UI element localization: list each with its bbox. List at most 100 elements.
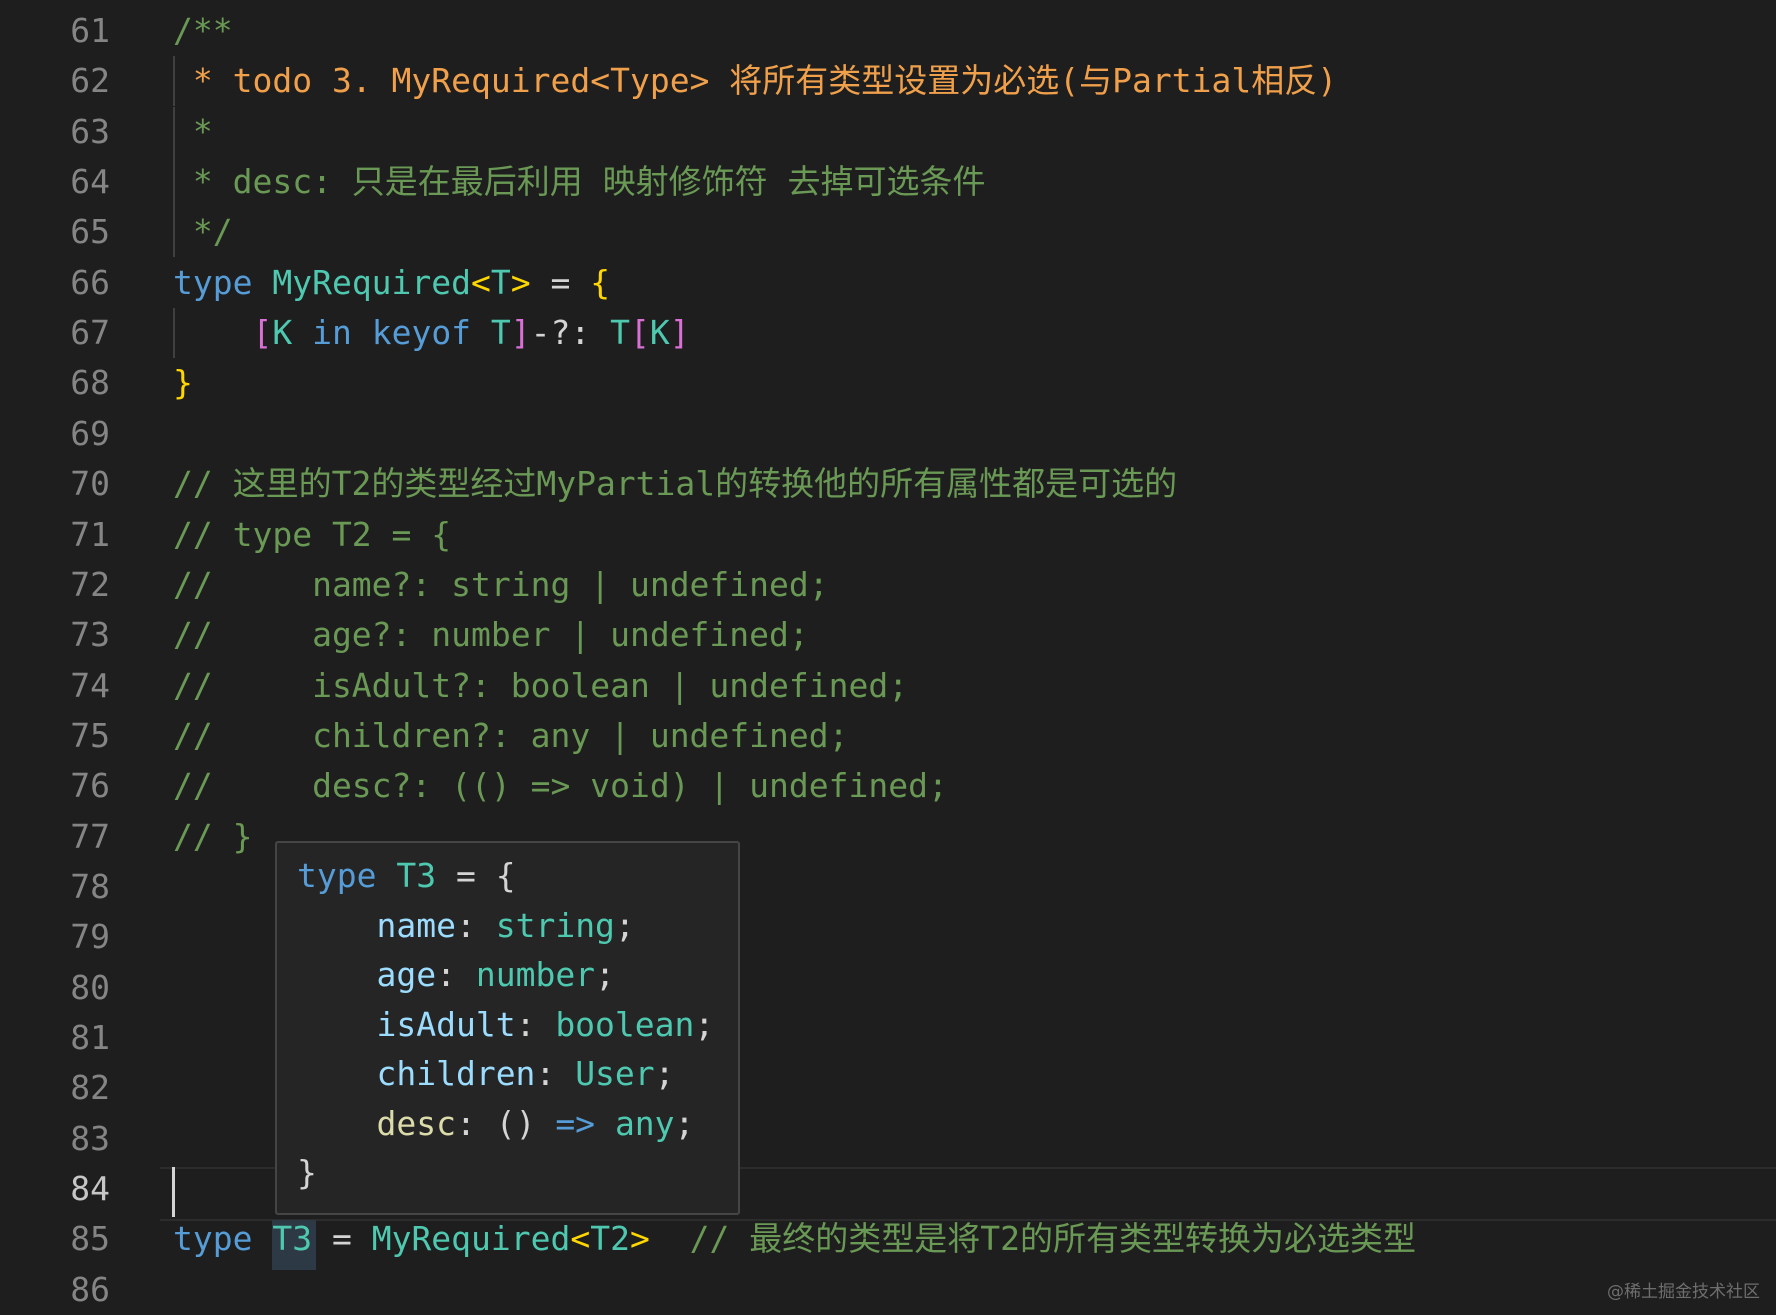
code-token: T — [610, 313, 631, 353]
code-token: // 最终的类型是将T2的所有类型转换为必选类型 — [649, 1219, 1416, 1259]
text-cursor — [172, 1167, 175, 1217]
hover-token: isAdult — [376, 1004, 516, 1044]
code-token: < — [570, 1219, 591, 1259]
code-token: K — [649, 313, 670, 353]
code-line[interactable]: 86 — [0, 1265, 1776, 1315]
hover-token: : () — [455, 1103, 556, 1143]
code-token: // desc?: (() => void) | undefined; — [173, 766, 948, 806]
code-line[interactable]: 64 * desc: 只是在最后利用 映射修饰符 去掉可选条件 — [0, 157, 1776, 208]
code-token: type — [173, 262, 273, 302]
code-token: } — [173, 363, 193, 403]
line-number: 83 — [70, 1118, 110, 1158]
code-token: // isAdult?: boolean | undefined; — [173, 665, 909, 705]
hover-token: : — [535, 1054, 576, 1093]
code-token: // name?: string | undefined; — [173, 564, 829, 604]
code-line[interactable]: 84 — [0, 1164, 1776, 1214]
hover-token: age — [376, 955, 437, 994]
code-token: MyRequired — [272, 262, 472, 302]
line-code: type T3 = MyRequired<T2> // 最终的类型是将T2的所有… — [173, 1214, 1416, 1264]
code-line[interactable]: 71 // type T2 = { — [0, 510, 1776, 560]
code-line[interactable]: 70 // 这里的T2的类型经过MyPartial的转换他的所有属性都是可选的 — [0, 459, 1776, 509]
line-code: // 这里的T2的类型经过MyPartial的转换他的所有属性都是可选的 — [173, 459, 1177, 509]
line-number: 81 — [70, 1018, 110, 1057]
line-code: [K in keyof T]-?: T[K] — [173, 308, 690, 358]
hover-token: number — [475, 955, 596, 994]
line-number: 71 — [70, 514, 110, 554]
hover-token: ; — [614, 905, 635, 945]
code-line[interactable]: 80 — [0, 963, 1776, 1013]
watermark: @稀土掘金技术社区 — [1607, 1282, 1760, 1302]
hover-token: ; — [654, 1054, 675, 1093]
hover-token — [297, 1054, 376, 1093]
code-line[interactable]: 68} — [0, 358, 1776, 408]
hover-line: desc: () => any; — [297, 1099, 694, 1149]
hover-token: : — [455, 905, 496, 945]
code-token: T2 — [590, 1219, 631, 1259]
hover-token: ; — [694, 1004, 715, 1044]
code-editor[interactable]: 61 /** 62 * todo 3. MyRequired<Type> 将所有类型… — [0, 0, 1776, 1312]
code-token: * todo 3. MyRequired<Type> 将所有类型设置为必选(与P… — [173, 61, 1338, 101]
line-number: 75 — [70, 715, 110, 755]
code-token: // } — [173, 816, 253, 856]
hover-line: isAdult: boolean; — [297, 1000, 714, 1050]
line-code: // children?: any | undefined; — [173, 711, 849, 761]
code-line[interactable]: 61 /** — [0, 6, 1776, 56]
line-number: 76 — [70, 766, 110, 806]
hover-token: any — [614, 1103, 675, 1143]
line-number: 72 — [70, 564, 110, 604]
code-line[interactable]: 63 * — [0, 106, 1776, 157]
hover-token: desc — [376, 1103, 456, 1143]
hover-token: User — [575, 1054, 655, 1093]
code-line[interactable]: 76 // desc?: (() => void) | undefined; — [0, 761, 1776, 811]
line-number: 62 — [70, 61, 110, 101]
code-line[interactable]: 65 */ — [0, 207, 1776, 258]
code-line[interactable]: 75 // children?: any | undefined; — [0, 711, 1776, 761]
line-number: 82 — [70, 1068, 110, 1108]
hover-line: name: string; — [297, 901, 635, 951]
code-token: K — [272, 313, 313, 353]
hover-line: children: User; — [297, 1049, 675, 1099]
code-line[interactable]: 66 type MyRequired<T> = { — [0, 258, 1776, 308]
code-line[interactable]: 81 — [0, 1013, 1776, 1063]
hover-token: ; — [674, 1103, 695, 1143]
line-number: 68 — [70, 363, 110, 403]
code-token: ] — [669, 313, 690, 353]
code-token: in keyof — [312, 313, 491, 353]
hover-token: boolean — [555, 1004, 695, 1044]
line-code: * todo 3. MyRequired<Type> 将所有类型设置为必选(与P… — [173, 56, 1337, 106]
code-line[interactable]: 72 // name?: string | undefined; — [0, 560, 1776, 610]
line-code: // age?: number | undefined; — [173, 610, 809, 660]
line-code: * desc: 只是在最后利用 映射修饰符 去掉可选条件 — [173, 157, 986, 207]
line-number: 84 — [70, 1169, 110, 1209]
hover-token — [595, 1104, 615, 1143]
code-line[interactable]: 73 // age?: number | undefined; — [0, 610, 1776, 660]
code-line[interactable]: 83 — [0, 1114, 1776, 1164]
code-token: // age?: number | undefined; — [173, 615, 809, 655]
line-number: 78 — [70, 866, 110, 906]
code-token: [ — [630, 313, 650, 353]
line-code: // desc?: (() => void) | undefined; — [173, 761, 948, 811]
code-line[interactable]: 82 — [0, 1063, 1776, 1113]
code-line[interactable]: 78 — [0, 862, 1776, 912]
hover-token — [297, 906, 376, 945]
code-line[interactable]: 62 * todo 3. MyRequired<Type> 将所有类型设置为必选… — [0, 56, 1776, 107]
code-token: T3 — [272, 1219, 313, 1259]
line-code: } — [173, 358, 193, 408]
hover-line: type T3 = { — [297, 851, 516, 901]
code-line[interactable]: 85 type T3 = MyRequired<T2> // 最终的类型是将T2的… — [0, 1214, 1776, 1264]
code-token: < — [471, 262, 491, 302]
hover-token: => — [555, 1103, 596, 1143]
code-token: * — [173, 111, 213, 151]
code-line[interactable]: 77 // } — [0, 812, 1776, 862]
hover-token: children — [376, 1054, 536, 1093]
hover-token: ; — [595, 955, 615, 994]
code-line[interactable]: 69 — [0, 409, 1776, 459]
hover-token: name — [376, 905, 456, 945]
hover-token: string — [495, 905, 615, 945]
code-line[interactable]: 67 [K in keyof T]-?: T[K] — [0, 308, 1776, 359]
code-line[interactable]: 74 // isAdult?: boolean | undefined; — [0, 661, 1776, 711]
line-number: 70 — [70, 464, 110, 504]
code-token: > — [630, 1219, 650, 1259]
hover-token: type — [297, 856, 397, 895]
code-line[interactable]: 79 — [0, 912, 1776, 962]
